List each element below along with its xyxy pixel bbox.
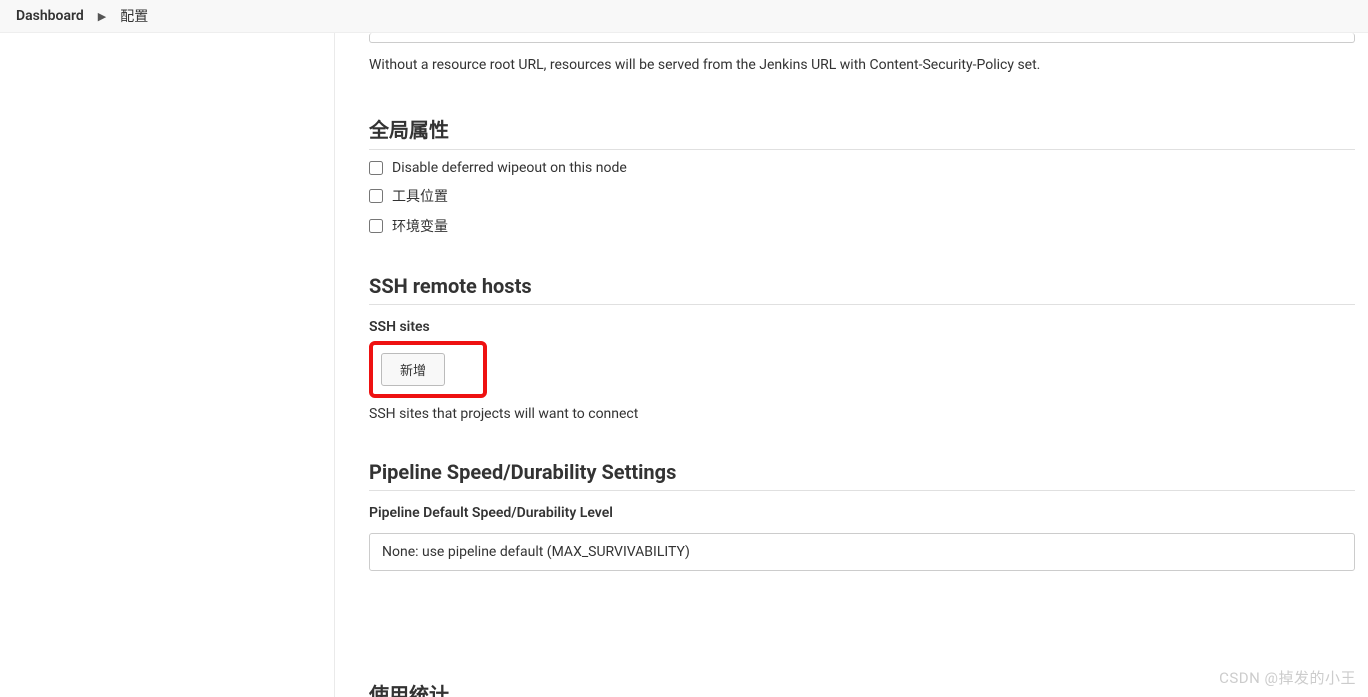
ssh-sub-label: SSH sites	[369, 319, 1355, 335]
breadcrumb: Dashboard ▶ 配置	[0, 0, 1368, 33]
ssh-add-button[interactable]: 新增	[381, 353, 445, 386]
sidebar	[0, 33, 335, 697]
checkbox-label: Disable deferred wipeout on this node	[392, 160, 627, 176]
breadcrumb-dashboard[interactable]: Dashboard	[16, 8, 84, 24]
ssh-title: SSH remote hosts	[369, 274, 1355, 305]
ssh-desc: SSH sites that projects will want to con…	[369, 406, 1355, 422]
checkbox-label: 工具位置	[392, 186, 448, 206]
main-content: Without a resource root URL, resources w…	[335, 33, 1368, 697]
checkbox-env-vars[interactable]	[369, 219, 383, 233]
resource-root-help: Without a resource root URL, resources w…	[369, 55, 1355, 76]
checkbox-label: 环境变量	[392, 216, 448, 236]
usage-stats-title: 使用统计	[369, 679, 1355, 697]
chevron-right-icon: ▶	[98, 10, 106, 23]
pipeline-durability-select[interactable]: None: use pipeline default (MAX_SURVIVAB…	[369, 533, 1355, 571]
checkbox-tool-location[interactable]	[369, 189, 383, 203]
breadcrumb-current: 配置	[120, 6, 148, 26]
pipeline-title: Pipeline Speed/Durability Settings	[369, 460, 1355, 491]
pipeline-sub-label: Pipeline Default Speed/Durability Level	[369, 505, 1355, 521]
highlight-annotation: 新增	[369, 341, 487, 398]
resource-root-url-input[interactable]	[369, 33, 1355, 43]
checkbox-deferred-wipeout[interactable]	[369, 161, 383, 175]
global-properties-title: 全局属性	[369, 114, 1355, 150]
